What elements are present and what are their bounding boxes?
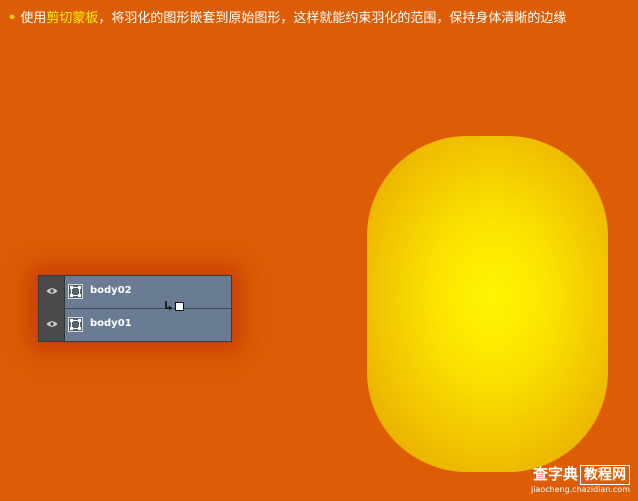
site-watermark: 查字典 教程网 jiaocheng.chazidian.com bbox=[531, 465, 630, 495]
watermark-site: 查字典 bbox=[532, 465, 578, 483]
caption-bullet: • bbox=[8, 11, 17, 26]
layers-panel: body02 body01 bbox=[38, 275, 232, 342]
visibility-toggle[interactable] bbox=[39, 309, 65, 341]
shape-layer-thumbnail-icon bbox=[68, 317, 83, 332]
layer-name: body01 bbox=[90, 318, 132, 329]
capsule-body-shape bbox=[367, 136, 608, 472]
layer-name: body02 bbox=[90, 285, 132, 296]
layer-row-body02[interactable]: body02 bbox=[39, 276, 231, 309]
visibility-toggle[interactable] bbox=[39, 276, 65, 308]
watermark-section: 教程网 bbox=[580, 465, 630, 485]
eye-icon bbox=[46, 288, 58, 294]
eye-icon bbox=[46, 321, 58, 327]
caption-text-after: ，将羽化的图形嵌套到原始图形，这样就能约束羽化的范围，保持身体清晰的边缘 bbox=[98, 11, 567, 26]
caption-highlight: 剪切蒙板 bbox=[46, 11, 99, 26]
caption-text-before: 使用 bbox=[20, 11, 47, 26]
shape-layer-thumbnail-icon bbox=[68, 284, 83, 299]
watermark-url: jiaocheng.chazidian.com bbox=[530, 485, 630, 494]
clipping-mask-cursor-icon bbox=[165, 301, 184, 311]
layer-row-body01[interactable]: body01 bbox=[39, 309, 231, 341]
instruction-caption: • 使用剪切蒙板，将羽化的图形嵌套到原始图形，这样就能约束羽化的范围，保持身体清晰… bbox=[8, 11, 566, 27]
